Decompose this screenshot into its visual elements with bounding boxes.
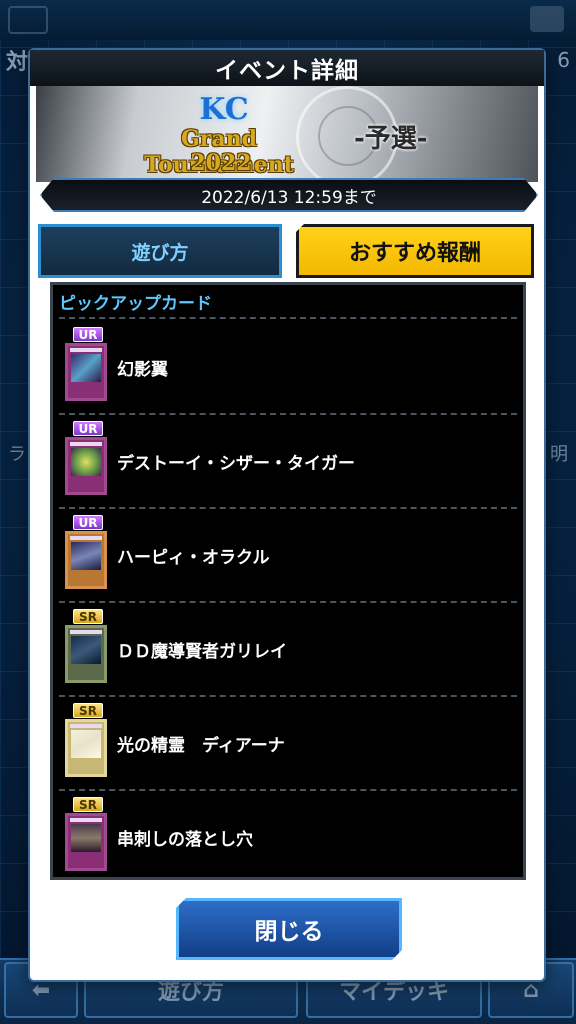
card-image bbox=[65, 719, 107, 777]
rarity-badge: UR bbox=[73, 327, 103, 342]
kc-logo: KC bbox=[199, 92, 249, 127]
card-row[interactable]: SR 串刺しの落とし穴 bbox=[59, 791, 517, 885]
card-image bbox=[65, 437, 107, 495]
close-button[interactable]: 閉じる bbox=[176, 898, 402, 960]
card-row[interactable]: SR ＤＤ魔導賢者ガリレイ bbox=[59, 603, 517, 697]
divider bbox=[59, 317, 517, 319]
rarity-badge: SR bbox=[73, 609, 103, 624]
home-icon: ⌂ bbox=[523, 977, 539, 1003]
background-counter: 6 bbox=[557, 48, 570, 72]
rarity-badge: UR bbox=[73, 515, 103, 530]
arrow-left-icon: ⬅ bbox=[31, 977, 51, 1003]
top-status-bar bbox=[0, 0, 576, 40]
card-name: 串刺しの落とし穴 bbox=[117, 830, 253, 850]
card-image bbox=[65, 625, 107, 683]
rarity-badge: SR bbox=[73, 797, 103, 812]
card-name: 光の精霊 ディアーナ bbox=[117, 736, 285, 756]
rarity-badge: UR bbox=[73, 421, 103, 436]
background-side-label-right: 明 bbox=[550, 444, 568, 465]
mute-icon bbox=[530, 6, 564, 32]
card-row[interactable]: UR 幻影翼 bbox=[59, 321, 517, 415]
card-row[interactable]: UR デストーイ・シザー・タイガー bbox=[59, 415, 517, 509]
pickup-heading: ピックアップカード bbox=[59, 294, 212, 314]
card-row[interactable]: UR ハーピィ・オラクル bbox=[59, 509, 517, 603]
card-image bbox=[65, 813, 107, 871]
event-year: 2022 bbox=[190, 150, 252, 176]
card-image bbox=[65, 531, 107, 589]
card-name: ハーピィ・オラクル bbox=[117, 548, 270, 568]
event-deadline: 2022/6/13 12:59まで bbox=[40, 178, 538, 212]
event-banner: KC Grand Tournament 2022 -予選- bbox=[36, 86, 538, 182]
modal-title: イベント詳細 bbox=[30, 50, 544, 86]
card-name: 幻影翼 bbox=[117, 360, 168, 380]
event-details-modal: イベント詳細 KC Grand Tournament 2022 -予選- 202… bbox=[30, 50, 544, 980]
background-side-label-left: ラ bbox=[8, 444, 26, 465]
card-image bbox=[65, 343, 107, 401]
card-name: ＤＤ魔導賢者ガリレイ bbox=[117, 642, 287, 662]
tab-recommended-rewards[interactable]: おすすめ報酬 bbox=[296, 224, 534, 278]
pickup-card-list[interactable]: ピックアップカード UR 幻影翼 UR デストーイ・シザー・タイガー UR ハー… bbox=[50, 282, 526, 880]
card-name: デストーイ・シザー・タイガー bbox=[117, 454, 355, 474]
rarity-badge: SR bbox=[73, 703, 103, 718]
card-row[interactable]: SR 光の精霊 ディアーナ bbox=[59, 697, 517, 791]
event-stage: -予選- bbox=[354, 124, 428, 154]
menu-icon bbox=[8, 6, 48, 34]
tab-howto[interactable]: 遊び方 bbox=[38, 224, 282, 278]
